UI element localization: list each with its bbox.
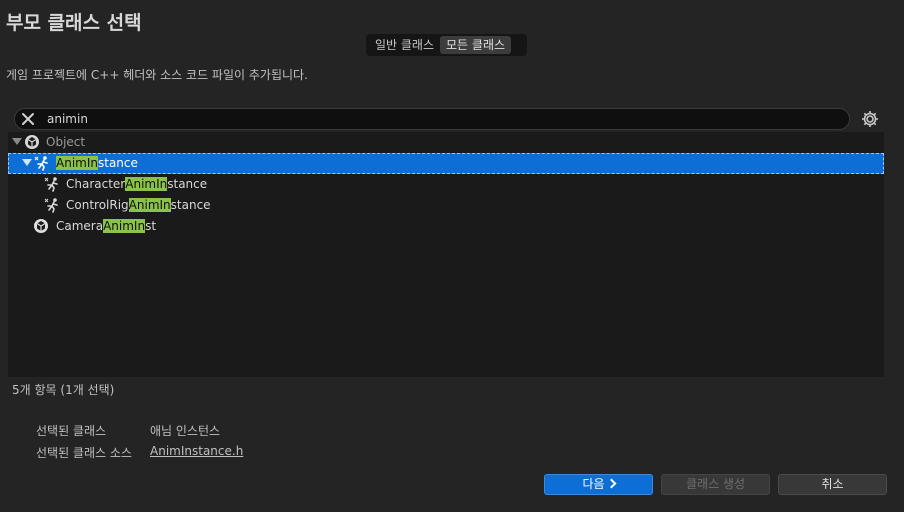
anim-icon xyxy=(44,198,58,213)
tree-item-label: AnimInstance xyxy=(56,156,138,170)
tree-row-controlriganiminstance[interactable]: ControlRigAnimInstance xyxy=(8,195,884,216)
next-button[interactable]: 다음 xyxy=(544,474,653,495)
settings-gear-icon[interactable] xyxy=(860,109,880,129)
tree-item-label: CharacterAnimInstance xyxy=(66,177,208,191)
selected-source-label: 선택된 클래스 소스 xyxy=(36,446,132,460)
tree-row-object[interactable]: Object xyxy=(8,132,884,153)
tree-row-characteraniminstance[interactable]: CharacterAnimInstance xyxy=(8,174,884,195)
tree-row-cameraaniminst[interactable]: CameraAnimInst xyxy=(8,216,884,237)
class-tree: Object AnimInstance CharacterAnimInstanc… xyxy=(8,132,884,377)
class-mode-toggle: 일반 클래스 모든 클래스 xyxy=(366,34,527,56)
all-classes-tab[interactable]: 모든 클래스 xyxy=(440,36,512,54)
search-box xyxy=(14,108,850,130)
tree-row-animinstance[interactable]: AnimInstance xyxy=(8,153,884,174)
dialog-title: 부모 클래스 선택 xyxy=(6,12,142,34)
tree-item-label: Object xyxy=(46,135,86,149)
anim-icon xyxy=(44,177,58,192)
selected-class-value: 애님 인스턴스 xyxy=(150,424,221,438)
anim-icon xyxy=(34,156,48,171)
collapse-arrow-icon[interactable] xyxy=(22,159,32,166)
chevron-right-icon xyxy=(606,478,616,489)
tree-item-label: CameraAnimInst xyxy=(56,219,157,233)
cancel-button[interactable]: 취소 xyxy=(778,474,887,495)
selected-source-link[interactable]: AnimInstance.h xyxy=(150,444,243,458)
collapse-arrow-icon[interactable] xyxy=(12,138,22,145)
common-classes-tab[interactable]: 일반 클래스 xyxy=(369,36,440,54)
clear-search-icon[interactable] xyxy=(19,110,37,128)
create-class-button[interactable]: 클래스 생성 xyxy=(661,474,770,495)
tree-item-label: ControlRigAnimInstance xyxy=(66,198,211,212)
next-button-label: 다음 xyxy=(582,477,605,491)
class-icon xyxy=(34,219,48,233)
selected-class-label: 선택된 클래스 xyxy=(36,424,107,438)
class-icon xyxy=(25,135,39,149)
item-count: 5개 항목 (1개 선택) xyxy=(12,383,115,397)
search-input[interactable] xyxy=(47,111,837,127)
dialog-description: 게임 프로젝트에 C++ 헤더와 소스 코드 파일이 추가됩니다. xyxy=(6,68,308,82)
